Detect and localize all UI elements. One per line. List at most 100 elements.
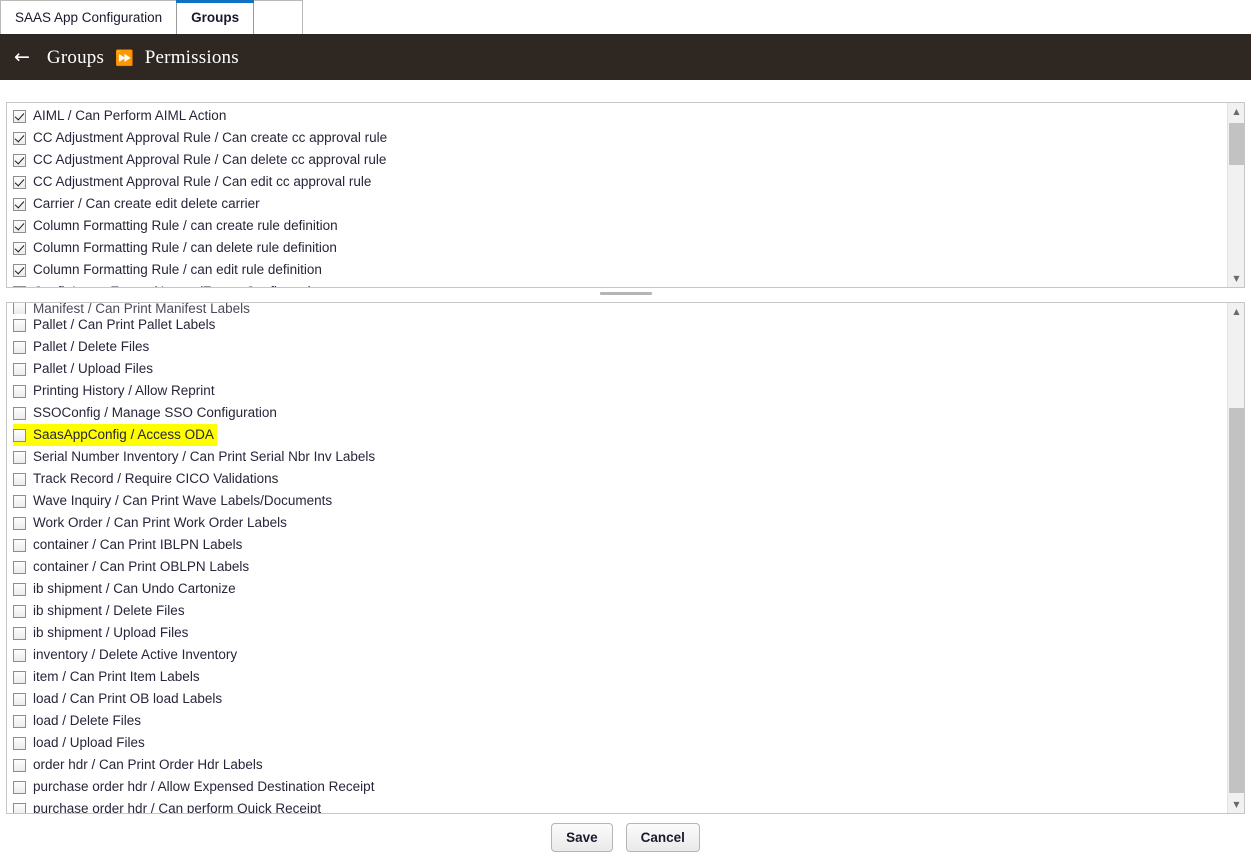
permission-label: Work Order / Can Print Work Order Labels xyxy=(33,515,287,530)
save-button[interactable]: Save xyxy=(551,822,613,852)
permission-checkbox[interactable] xyxy=(13,384,26,398)
permission-checkbox[interactable] xyxy=(13,303,26,314)
permission-checkbox[interactable] xyxy=(13,758,26,772)
permission-row[interactable]: ib shipment / Can Undo Cartonize xyxy=(13,578,1227,600)
permission-label: SSOConfig / Manage SSO Configuration xyxy=(33,405,277,420)
permission-row[interactable]: load / Can Print OB load Labels xyxy=(13,688,1227,710)
scrollbar-thumb[interactable] xyxy=(1229,123,1244,165)
permission-row[interactable]: Pallet / Delete Files xyxy=(13,336,1227,358)
permission-label: Track Record / Require CICO Validations xyxy=(33,471,279,486)
permission-row[interactable]: load / Upload Files xyxy=(13,732,1227,754)
permission-checkbox[interactable] xyxy=(13,670,26,684)
permission-checkbox[interactable] xyxy=(13,626,26,640)
permission-row[interactable]: SSOConfig / Manage SSO Configuration xyxy=(13,402,1227,424)
scrollbar-thumb[interactable] xyxy=(1229,408,1244,793)
tab-strip-filler xyxy=(253,0,304,34)
available-permissions-list[interactable]: Manifest / Can Print Manifest Labels Pall… xyxy=(7,303,1227,813)
permission-row[interactable]: AIML / Can Perform AIML Action xyxy=(13,105,1227,127)
permission-checkbox[interactable] xyxy=(13,582,26,596)
main-content: AIML / Can Perform AIML Action CC Adjustm… xyxy=(0,102,1251,860)
permission-row[interactable]: inventory / Delete Active Inventory xyxy=(13,644,1227,666)
permission-row[interactable]: Work Order / Can Print Work Order Labels xyxy=(13,512,1227,534)
permission-checkbox[interactable] xyxy=(13,516,26,530)
permission-row[interactable]: Manifest / Can Print Manifest Labels xyxy=(13,303,1227,314)
permission-row[interactable]: ib shipment / Delete Files xyxy=(13,600,1227,622)
permission-checkbox[interactable] xyxy=(13,175,26,189)
permission-checkbox[interactable] xyxy=(13,219,26,233)
permission-row[interactable]: Serial Number Inventory / Can Print Seri… xyxy=(13,446,1227,468)
permission-label: ib shipment / Can Undo Cartonize xyxy=(33,581,236,596)
permission-row[interactable]: CC Adjustment Approval Rule / Can edit c… xyxy=(13,171,1227,193)
permission-checkbox[interactable] xyxy=(13,406,26,420)
permission-row[interactable]: purchase order hdr / Allow Expensed Dest… xyxy=(13,776,1227,798)
permission-checkbox[interactable] xyxy=(13,362,26,376)
permission-row[interactable]: ConfigImportExport / Import/Export Confi… xyxy=(13,281,1227,287)
permission-checkbox[interactable] xyxy=(13,538,26,552)
scroll-down-icon[interactable]: ▼ xyxy=(1228,796,1244,813)
permission-row[interactable]: Pallet / Can Print Pallet Labels xyxy=(13,314,1227,336)
app-header: ← Groups ⏩ Permissions xyxy=(0,35,1251,80)
permission-row[interactable]: Wave Inquiry / Can Print Wave Labels/Doc… xyxy=(13,490,1227,512)
permission-label: Carrier / Can create edit delete carrier xyxy=(33,196,260,211)
permission-checkbox[interactable] xyxy=(13,285,26,287)
permission-checkbox[interactable] xyxy=(13,780,26,794)
permission-row[interactable]: Column Formatting Rule / can create rule… xyxy=(13,215,1227,237)
assigned-permissions-list[interactable]: AIML / Can Perform AIML Action CC Adjustm… xyxy=(7,103,1227,287)
permission-label: item / Can Print Item Labels xyxy=(33,669,200,684)
breadcrumb-groups[interactable]: Groups xyxy=(47,47,104,69)
permission-checkbox[interactable] xyxy=(13,428,26,442)
decorative-stripe-band xyxy=(0,80,1251,97)
permission-row[interactable]: CC Adjustment Approval Rule / Can create… xyxy=(13,127,1227,149)
breadcrumb-permissions: Permissions xyxy=(144,46,239,68)
permission-row[interactable]: Pallet / Upload Files xyxy=(13,358,1227,380)
permission-row[interactable]: SaasAppConfig / Access ODA xyxy=(13,424,217,446)
permission-label: Manifest / Can Print Manifest Labels xyxy=(33,303,250,314)
permission-row[interactable]: CC Adjustment Approval Rule / Can delete… xyxy=(13,149,1227,171)
permission-checkbox[interactable] xyxy=(13,714,26,728)
permission-row[interactable]: container / Can Print IBLPN Labels xyxy=(13,534,1227,556)
permission-checkbox[interactable] xyxy=(13,604,26,618)
permission-row[interactable]: load / Delete Files xyxy=(13,710,1227,732)
scroll-down-icon[interactable]: ▼ xyxy=(1228,270,1244,287)
permission-checkbox[interactable] xyxy=(13,450,26,464)
permission-row[interactable]: container / Can Print OBLPN Labels xyxy=(13,556,1227,578)
panel-resize-grip[interactable] xyxy=(599,292,652,295)
breadcrumb-separator-icon: ⏩ xyxy=(115,48,134,67)
permission-checkbox[interactable] xyxy=(13,560,26,574)
permission-checkbox[interactable] xyxy=(13,648,26,662)
permission-row[interactable]: Column Formatting Rule / can edit rule d… xyxy=(13,259,1227,281)
permission-checkbox[interactable] xyxy=(13,802,26,813)
permission-checkbox[interactable] xyxy=(13,318,26,332)
permission-label: Pallet / Delete Files xyxy=(33,339,150,354)
available-permissions-panel: Manifest / Can Print Manifest Labels Pall… xyxy=(6,302,1245,814)
permission-row[interactable]: Track Record / Require CICO Validations xyxy=(13,468,1227,490)
permission-row[interactable]: ib shipment / Upload Files xyxy=(13,622,1227,644)
permission-row[interactable]: purchase order hdr / Can perform Quick R… xyxy=(13,798,1227,813)
tab-groups[interactable]: Groups xyxy=(176,0,255,34)
scroll-up-icon[interactable]: ▲ xyxy=(1228,303,1244,320)
permission-checkbox[interactable] xyxy=(13,472,26,486)
form-actions: Save Cancel xyxy=(0,814,1251,860)
permission-checkbox[interactable] xyxy=(13,494,26,508)
permission-checkbox[interactable] xyxy=(13,340,26,354)
back-arrow-icon[interactable]: ← xyxy=(14,48,30,67)
permission-row[interactable]: item / Can Print Item Labels xyxy=(13,666,1227,688)
permission-checkbox[interactable] xyxy=(13,263,26,277)
permission-row[interactable]: Column Formatting Rule / can delete rule… xyxy=(13,237,1227,259)
assigned-permissions-scrollbar[interactable]: ▲ ▼ xyxy=(1227,103,1244,287)
permission-checkbox[interactable] xyxy=(13,131,26,145)
permission-checkbox[interactable] xyxy=(13,153,26,167)
permission-row[interactable]: order hdr / Can Print Order Hdr Labels xyxy=(13,754,1227,776)
permission-label: Pallet / Can Print Pallet Labels xyxy=(33,317,216,332)
permission-row[interactable]: Printing History / Allow Reprint xyxy=(13,380,1227,402)
scroll-up-icon[interactable]: ▲ xyxy=(1228,103,1244,120)
permission-checkbox[interactable] xyxy=(13,736,26,750)
permission-checkbox[interactable] xyxy=(13,241,26,255)
cancel-button[interactable]: Cancel xyxy=(625,822,700,852)
permission-checkbox[interactable] xyxy=(13,197,26,211)
tab-saas-app-configuration[interactable]: SAAS App Configuration xyxy=(0,0,178,34)
permission-checkbox[interactable] xyxy=(13,692,26,706)
available-permissions-scrollbar[interactable]: ▲ ▼ xyxy=(1227,303,1244,813)
permission-row[interactable]: Carrier / Can create edit delete carrier xyxy=(13,193,1227,215)
permission-checkbox[interactable] xyxy=(13,109,26,123)
